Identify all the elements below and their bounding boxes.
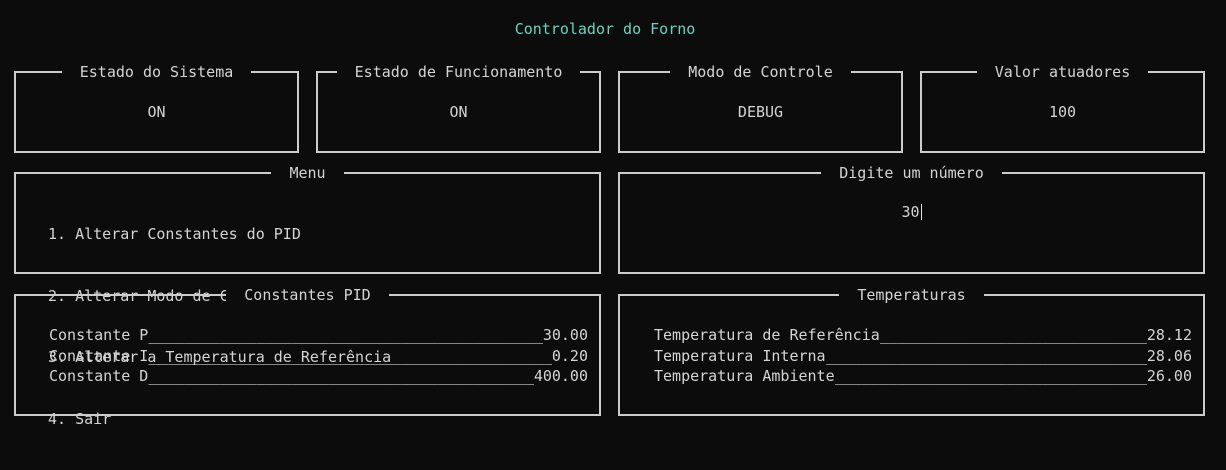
pid-title: Constantes PID — [226, 286, 389, 304]
temperature-rows: Temperatura de Referência _______________… — [654, 325, 1192, 387]
panel-valor-atuadores: Valor atuadores 100 — [920, 63, 1205, 153]
pid-label: Constante D — [49, 367, 149, 385]
panel-title: Modo de Controle — [670, 63, 851, 81]
menu-item-alterar-pid[interactable]: 1. Alterar Constantes do PID — [48, 224, 391, 245]
leader-line: ________________________________________… — [834, 367, 1147, 385]
menu-title: Menu — [271, 164, 344, 182]
menu-panel: Menu 1. Alterar Constantes do PID 2. Alt… — [14, 164, 601, 428]
pid-label: Constante I — [49, 346, 149, 365]
temperature-label: Temperatura Ambiente — [654, 367, 835, 385]
pid-value: 30.00 — [542, 326, 588, 344]
pid-rows: Constante P _____________________________… — [49, 325, 588, 387]
pid-value: 0.20 — [551, 346, 588, 365]
temperature-value: 28.12 — [1146, 326, 1192, 344]
temperature-row: Temperatura de Referência _______________… — [654, 325, 1192, 346]
status-value: ON — [147, 103, 166, 121]
leader-line: ________________________________________… — [825, 346, 1147, 365]
status-value: DEBUG — [737, 103, 784, 121]
input-title: Digite um número — [821, 164, 1002, 182]
temperature-row: Temperatura Ambiente ____________________… — [654, 366, 1192, 387]
app-title: Controlador do Forno — [514, 20, 696, 38]
temperature-label: Temperatura de Referência — [654, 326, 880, 344]
status-value: ON — [449, 103, 468, 121]
leader-line: ________________________________________… — [148, 367, 533, 385]
temperature-row: Temperatura Interna _____________________… — [654, 346, 1192, 367]
pid-row: Constante P _____________________________… — [49, 325, 588, 346]
status-value: 100 — [1048, 103, 1077, 121]
pid-row: Constante I _____________________________… — [49, 346, 588, 367]
panel-estado-sistema: Estado do Sistema ON — [14, 63, 299, 153]
input-value: 30 — [901, 203, 920, 221]
leader-line: ________________________________________… — [148, 326, 543, 344]
panel-title: Estado de Funcionamento — [336, 63, 581, 81]
temperatures-panel: Temperaturas Temperatura de Referência __… — [618, 286, 1205, 416]
temperature-value: 28.06 — [1146, 346, 1192, 365]
number-input[interactable]: 30 — [620, 203, 1203, 221]
pid-label: Constante P — [49, 326, 149, 344]
temperature-label: Temperatura Interna — [654, 346, 826, 365]
pid-row: Constante D _____________________________… — [49, 366, 588, 387]
temperatures-title: Temperaturas — [839, 286, 984, 304]
temperature-value: 26.00 — [1146, 367, 1192, 385]
panel-title: Estado do Sistema — [61, 63, 252, 81]
number-input-panel[interactable]: Digite um número 30 — [618, 164, 1205, 274]
panel-modo-controle: Modo de Controle DEBUG — [618, 63, 903, 153]
panel-estado-funcionamento: Estado de Funcionamento ON — [316, 63, 601, 153]
pid-panel: Constantes PID Constante P ______________… — [14, 286, 601, 416]
leader-line: ________________________________________… — [148, 346, 552, 365]
pid-value: 400.00 — [533, 367, 588, 385]
leader-line: ________________________________________… — [879, 326, 1147, 344]
text-cursor — [920, 204, 922, 220]
panel-title: Valor atuadores — [976, 63, 1149, 81]
